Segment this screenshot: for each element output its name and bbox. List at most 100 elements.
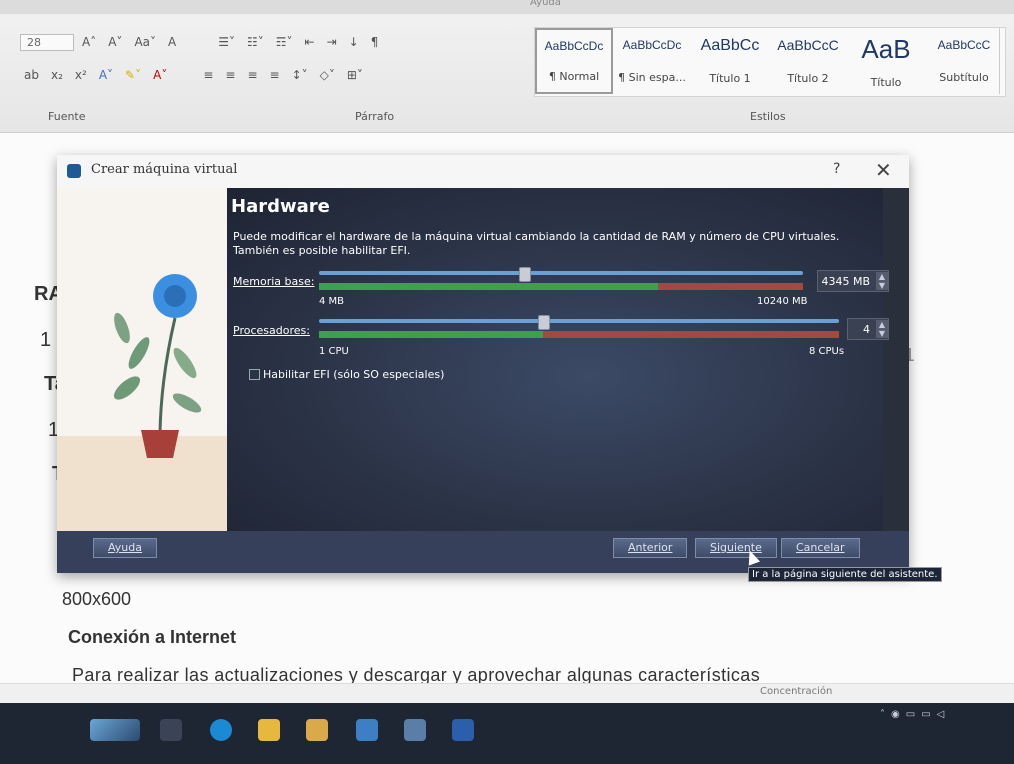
cpus-slider-thumb[interactable] — [537, 315, 550, 330]
memory-max: 10240 MB — [757, 296, 808, 307]
style-sample: AaBbCcC — [937, 37, 991, 52]
page-heading: Hardware — [231, 196, 330, 217]
borders-icon[interactable]: ⊞˅ — [343, 66, 367, 84]
memory-scale — [319, 283, 803, 290]
group-parrafo-label: Párrafo — [355, 110, 395, 123]
shading-icon[interactable]: ◇˅ — [316, 66, 339, 84]
cpus-warn-range — [542, 331, 839, 338]
memory-label: Memoria base: — [233, 275, 315, 288]
memory-slider-track[interactable] — [319, 271, 803, 275]
font-size-select[interactable]: 28 — [20, 33, 74, 51]
align-left-icon[interactable]: ≡ — [199, 66, 217, 84]
cpus-slider-track[interactable] — [319, 319, 839, 323]
network-icon[interactable]: ▭ — [906, 709, 915, 720]
style-name: ¶ Sin espa... — [618, 71, 686, 85]
show-marks-icon[interactable]: ¶ — [367, 33, 383, 51]
memory-warn-range — [657, 283, 803, 290]
increase-indent-icon[interactable]: ⇥ — [323, 33, 341, 51]
align-right-icon[interactable]: ≡ — [243, 66, 261, 84]
memory-value: 4345 MB — [821, 274, 870, 288]
font-color-icon[interactable]: A˅ — [149, 66, 171, 84]
cpus-safe-range — [319, 331, 543, 338]
file-explorer-icon[interactable] — [258, 719, 280, 741]
focus-mode-button[interactable]: Concentración — [760, 686, 832, 697]
align-center-icon[interactable]: ≡ — [221, 66, 239, 84]
bullets-icon[interactable]: ☰˅ — [214, 33, 239, 51]
dialog-titlebar: Crear máquina virtual ? ✕ — [57, 155, 909, 188]
style-item[interactable]: AaBbCcC Subtítulo — [925, 28, 1003, 94]
superscript-icon[interactable]: x² — [71, 66, 91, 84]
tray-app-icon[interactable]: ◉ — [891, 709, 900, 720]
plant-icon — [113, 274, 202, 458]
style-sample: AaBbCcDc — [622, 37, 682, 52]
clear-format-icon[interactable]: A — [164, 33, 180, 51]
virtualbox-icon — [67, 164, 81, 178]
subscript-icon[interactable]: x₂ — [47, 66, 67, 84]
store-icon[interactable] — [306, 719, 328, 741]
style-sample: AaB — [861, 33, 911, 64]
group-estilos-label: Estilos — [750, 110, 786, 123]
ribbon-tab-strip: Ayuda — [0, 0, 1014, 14]
back-button[interactable]: Anterior — [613, 538, 688, 558]
next-button[interactable]: Siguiente — [695, 538, 777, 558]
text-effects-icon[interactable]: A˅ — [95, 66, 117, 84]
style-sample: AaBbCcC — [777, 37, 839, 54]
justify-icon[interactable]: ≡ — [266, 66, 284, 84]
style-item[interactable]: AaB Título — [847, 28, 925, 94]
tab-ayuda[interactable]: Ayuda — [530, 0, 561, 8]
spin-arrows-icon[interactable]: ▲ ▼ — [876, 320, 888, 338]
decrease-indent-icon[interactable]: ⇤ — [301, 33, 319, 51]
word-statusbar: Concentración — [0, 683, 1014, 704]
style-item[interactable]: AaBbCcC Título 2 — [769, 28, 847, 94]
dialog-title: Crear máquina virtual — [91, 162, 238, 177]
change-case-icon[interactable]: Aa˅ — [130, 33, 160, 51]
styles-scroll[interactable] — [999, 28, 1012, 94]
help-button[interactable]: Ayuda — [93, 538, 157, 558]
strikethrough-icon[interactable]: ab — [20, 66, 43, 84]
style-item[interactable]: AaBbCc Título 1 — [691, 28, 769, 94]
style-name: Título — [870, 75, 902, 89]
cancel-button[interactable]: Cancelar — [781, 538, 860, 558]
task-view-icon[interactable] — [160, 719, 182, 741]
tray-chevron-icon[interactable]: ˄ — [880, 709, 885, 720]
cpus-min: 1 CPU — [319, 346, 349, 357]
grow-font-icon[interactable]: A˄ — [78, 33, 100, 51]
highlight-icon[interactable]: ✎˅ — [121, 66, 145, 84]
wizard-illustration — [57, 188, 241, 531]
volume-icon[interactable]: ◁ — [937, 709, 945, 720]
style-name: Título 2 — [787, 71, 829, 85]
widgets-icon[interactable] — [90, 719, 140, 741]
close-icon[interactable]: ✕ — [875, 158, 892, 182]
memory-min: 4 MB — [319, 296, 345, 307]
efi-checkbox[interactable] — [249, 369, 260, 380]
memory-slider-thumb[interactable] — [519, 267, 532, 282]
spin-arrows-icon[interactable]: ▲ ▼ — [876, 272, 888, 290]
style-name: ¶ Normal — [548, 70, 600, 84]
group-fuente-label: Fuente — [48, 110, 86, 123]
create-vm-dialog: Crear máquina virtual ? ✕ Hardware Puede… — [57, 155, 909, 573]
style-item[interactable]: AaBbCcDc ¶ Normal — [535, 28, 613, 94]
cpus-scale — [319, 331, 839, 338]
mail-icon[interactable] — [356, 719, 378, 741]
numbering-icon[interactable]: ☷˅ — [243, 33, 268, 51]
doc-line-heading: Conexión a Internet — [68, 627, 237, 647]
virtualbox-taskbar-icon[interactable] — [404, 719, 426, 741]
word-ribbon: Ayuda 28 A˄ A˅ Aa˅ A ☰˅ ☷˅ ☶˅ ⇤ ⇥ ↓ ¶ ab… — [0, 0, 1014, 133]
word-taskbar-icon[interactable] — [452, 719, 474, 741]
doc-line-resolution: 800x600 — [62, 589, 132, 609]
multilevel-icon[interactable]: ☶˅ — [272, 33, 297, 51]
edge-icon[interactable] — [210, 719, 232, 741]
efi-label[interactable]: Habilitar EFI (sólo SO especiales) — [263, 368, 444, 381]
cpus-spinbox[interactable]: 4 ▲ ▼ — [847, 318, 889, 340]
sort-icon[interactable]: ↓ — [345, 33, 363, 51]
line-spacing-icon[interactable]: ↕˅ — [288, 66, 312, 84]
battery-icon[interactable]: ▭ — [921, 709, 930, 720]
wizard-content: Hardware Puede modificar el hardware de … — [227, 188, 889, 531]
help-icon[interactable]: ? — [833, 161, 840, 177]
style-item[interactable]: AaBbCcDc ¶ Sin espa... — [613, 28, 691, 94]
shrink-font-icon[interactable]: A˅ — [104, 33, 126, 51]
style-sample: AaBbCcDc — [544, 38, 604, 53]
style-name: Subtítulo — [939, 71, 989, 85]
memory-spinbox[interactable]: 4345 MB ▲ ▼ — [817, 270, 889, 292]
cpus-value: 4 — [863, 322, 870, 336]
